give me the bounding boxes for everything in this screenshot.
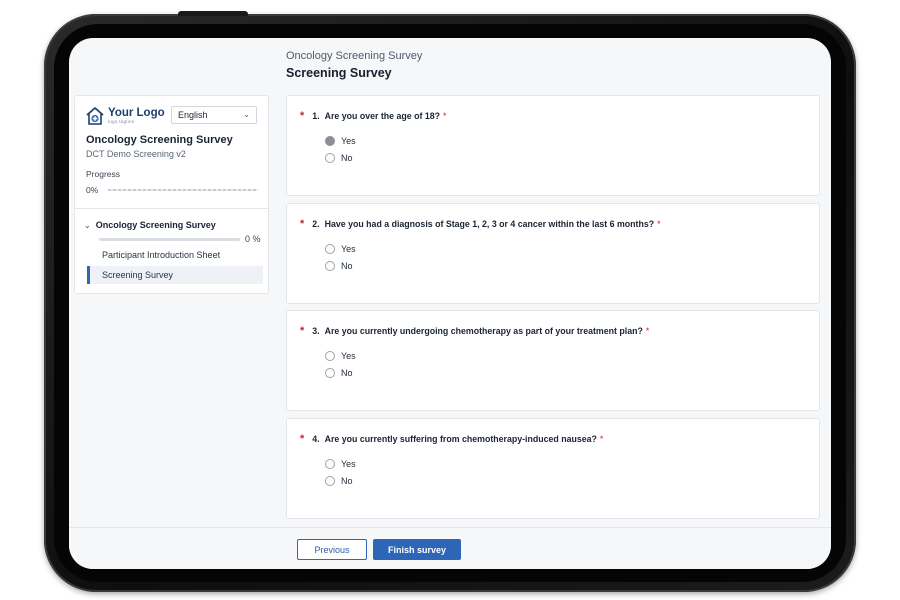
question-text: Have you had a diagnosis of Stage 1, 2, … [324, 219, 655, 229]
option-no[interactable]: No [325, 476, 353, 486]
radio-button[interactable] [325, 368, 335, 378]
language-select-value: English [178, 110, 208, 120]
progress-value: 0% [86, 185, 99, 195]
radio-button[interactable] [325, 136, 335, 146]
radio-button[interactable] [325, 476, 335, 486]
radio-button[interactable] [325, 244, 335, 254]
option-label: Yes [341, 459, 356, 469]
section-toggle[interactable]: ⌄ Oncology Screening Survey [84, 220, 216, 230]
question-card: * 1. Are you over the age of 18? * Yes N… [286, 95, 820, 196]
radio-button[interactable] [325, 351, 335, 361]
logo-tagline: logo tagline [108, 118, 135, 124]
question-card: * 2. Have you had a diagnosis of Stage 1… [286, 203, 820, 304]
option-label: No [341, 261, 353, 271]
sidebar-divider [75, 208, 268, 209]
option-label: No [341, 476, 353, 486]
required-asterisk: * [443, 111, 447, 121]
option-yes[interactable]: Yes [325, 136, 356, 146]
sidebar-item-screening-survey[interactable]: Screening Survey [87, 266, 263, 284]
radio-button[interactable] [325, 261, 335, 271]
question-text: Are you over the age of 18? [324, 111, 440, 121]
chevron-down-icon: ⌄ [84, 220, 91, 230]
question-number: 2. [312, 219, 320, 229]
question-card: * 3. Are you currently undergoing chemot… [286, 310, 820, 411]
required-icon: * [300, 110, 305, 122]
question-text: Are you currently suffering from chemoth… [324, 434, 597, 444]
page-header: Oncology Screening Survey Screening Surv… [286, 50, 422, 80]
question-number: 3. [312, 326, 320, 336]
logo-name: Your Logo [108, 107, 165, 119]
finish-survey-button[interactable]: Finish survey [373, 539, 461, 560]
required-icon: * [300, 325, 305, 337]
previous-button[interactable]: Previous [297, 539, 367, 560]
option-yes[interactable]: Yes [325, 459, 356, 469]
brand-logo: Your Logo logo tagline [85, 106, 165, 126]
option-no[interactable]: No [325, 261, 353, 271]
option-label: Yes [341, 351, 356, 361]
question-text: Are you currently undergoing chemotherap… [324, 326, 643, 336]
tablet-power-button [178, 11, 248, 16]
progress-label: Progress [86, 169, 121, 179]
section-progress-value: 0 % [245, 234, 261, 244]
option-no[interactable]: No [325, 153, 353, 163]
required-asterisk: * [657, 219, 661, 229]
section-progress-bar [99, 238, 240, 241]
option-yes[interactable]: Yes [325, 244, 356, 254]
survey-subtitle: DCT Demo Screening v2 [86, 149, 186, 159]
option-label: No [341, 153, 353, 163]
page-title: Screening Survey [286, 66, 392, 80]
required-icon: * [300, 433, 305, 445]
option-no[interactable]: No [325, 368, 353, 378]
chevron-down-icon: ⌄ [243, 110, 250, 119]
progress-bar [108, 189, 258, 191]
question-number: 1. [312, 111, 320, 121]
option-label: Yes [341, 244, 356, 254]
required-asterisk: * [599, 434, 604, 444]
question-card: * 4. Are you currently suffering from ch… [286, 418, 820, 519]
option-yes[interactable]: Yes [325, 351, 356, 361]
survey-title: Oncology Screening Survey [86, 134, 233, 146]
sidebar-item-participant-introduction-sheet[interactable]: Participant Introduction Sheet [87, 246, 263, 264]
survey-footer: Previous Finish survey [69, 527, 831, 569]
section-title: Oncology Screening Survey [95, 220, 216, 230]
radio-button[interactable] [325, 153, 335, 163]
language-select[interactable]: English ⌄ [171, 106, 257, 124]
question-number: 4. [312, 434, 320, 444]
option-label: No [341, 368, 353, 378]
breadcrumb: Oncology Screening Survey [286, 50, 423, 62]
option-label: Yes [341, 136, 356, 146]
required-asterisk: * [645, 326, 650, 336]
required-icon: * [300, 218, 305, 230]
survey-sidebar: Your Logo logo tagline English ⌄ Oncolog… [74, 95, 269, 294]
house-cross-icon [86, 107, 104, 125]
radio-button[interactable] [325, 459, 335, 469]
app-screen: Oncology Screening Survey Screening Surv… [69, 38, 831, 569]
